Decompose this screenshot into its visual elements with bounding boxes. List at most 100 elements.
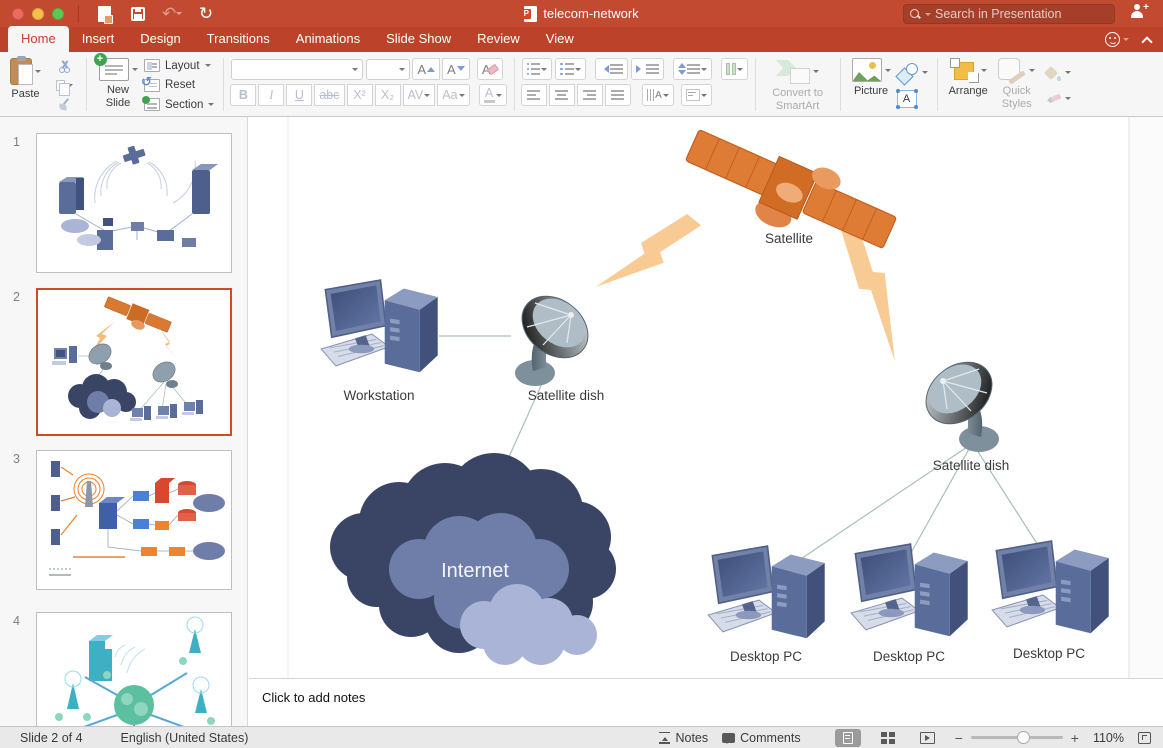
strikethrough-button[interactable]: abc bbox=[314, 84, 344, 106]
satellite-label[interactable]: Satellite bbox=[765, 231, 813, 246]
collapse-ribbon-button[interactable] bbox=[1141, 36, 1152, 47]
shapes-icon bbox=[897, 63, 919, 83]
desktop-pc-3-label[interactable]: Desktop PC bbox=[1013, 646, 1085, 661]
scrollbar-track[interactable] bbox=[1129, 117, 1163, 678]
lightning-bolt-left[interactable] bbox=[596, 203, 701, 308]
bold-button[interactable]: B bbox=[230, 84, 256, 106]
satellite-dish-left-graphic[interactable] bbox=[510, 284, 600, 386]
desktop-pc-2-graphic[interactable] bbox=[851, 544, 968, 636]
line-spacing-button[interactable] bbox=[673, 58, 712, 80]
notes-toggle-button[interactable]: Notes bbox=[659, 731, 708, 745]
tab-view[interactable]: View bbox=[533, 26, 587, 52]
workstation-label[interactable]: Workstation bbox=[343, 388, 414, 403]
slide-canvas[interactable]: Internet Satellite Workstation Satellite… bbox=[249, 117, 1163, 678]
desktop-pc-3-graphic[interactable] bbox=[992, 541, 1109, 633]
quick-styles-button[interactable]: Quick Styles bbox=[992, 56, 1042, 112]
format-painter-button[interactable] bbox=[49, 96, 79, 113]
increase-indent-button[interactable] bbox=[631, 58, 664, 80]
shrink-font-button[interactable]: A bbox=[442, 58, 470, 80]
search-box[interactable] bbox=[903, 4, 1115, 24]
text-direction-button[interactable]: A bbox=[642, 84, 674, 106]
zoom-out-button[interactable]: − bbox=[955, 730, 963, 746]
redo-button[interactable]: ↻ bbox=[193, 3, 219, 25]
notes-pane[interactable]: Click to add notes bbox=[249, 678, 1163, 726]
decrease-indent-button[interactable] bbox=[595, 58, 628, 80]
slideshow-view-button[interactable] bbox=[915, 729, 941, 747]
shape-outline-button[interactable] bbox=[1044, 92, 1071, 106]
tab-insert[interactable]: Insert bbox=[69, 26, 128, 52]
align-left-button[interactable] bbox=[521, 84, 547, 106]
font-size-combo[interactable] bbox=[366, 59, 410, 80]
slide-4-thumbnail[interactable] bbox=[36, 612, 232, 726]
superscript-button[interactable]: X² bbox=[347, 84, 373, 106]
subscript-button[interactable]: X₂ bbox=[375, 84, 401, 106]
tab-home[interactable]: Home bbox=[8, 26, 69, 52]
desktop-pc-1-graphic[interactable] bbox=[708, 546, 825, 638]
zoom-window-button[interactable] bbox=[52, 8, 64, 20]
italic-button[interactable]: I bbox=[258, 84, 284, 106]
tab-slideshow[interactable]: Slide Show bbox=[373, 26, 464, 52]
section-button[interactable]: Section bbox=[144, 98, 214, 111]
zoom-level[interactable]: 110% bbox=[1093, 731, 1124, 745]
satellite-dish-left-label[interactable]: Satellite dish bbox=[528, 388, 605, 403]
paste-button[interactable]: Paste bbox=[6, 56, 45, 103]
font-color-button[interactable]: A bbox=[479, 84, 507, 106]
clear-formatting-button[interactable]: A bbox=[477, 58, 503, 80]
grow-font-button[interactable]: A bbox=[412, 58, 440, 80]
slide-sorter-view-button[interactable] bbox=[875, 729, 901, 747]
desktop-pc-2-label[interactable]: Desktop PC bbox=[873, 649, 945, 664]
new-slide-button[interactable]: + New Slide bbox=[94, 56, 142, 111]
align-text-button[interactable] bbox=[681, 84, 712, 106]
save-button[interactable] bbox=[125, 3, 151, 25]
slide-3-thumbnail[interactable] bbox=[36, 450, 232, 590]
notes-placeholder: Click to add notes bbox=[262, 690, 365, 705]
justify-button[interactable] bbox=[605, 84, 631, 106]
internet-cloud-graphic[interactable]: Internet bbox=[330, 453, 616, 665]
satellite-dish-right-graphic[interactable] bbox=[914, 350, 1004, 452]
shapes-button[interactable] bbox=[897, 63, 928, 83]
layout-button[interactable]: Layout bbox=[144, 59, 214, 72]
workstation-graphic[interactable] bbox=[321, 280, 438, 372]
feedback-smiley-button[interactable] bbox=[1105, 32, 1129, 47]
search-input[interactable] bbox=[935, 7, 1108, 21]
shape-fill-button[interactable] bbox=[1044, 65, 1071, 81]
cut-button[interactable] bbox=[49, 58, 79, 75]
font-name-combo[interactable] bbox=[231, 59, 363, 80]
tab-design[interactable]: Design bbox=[127, 26, 193, 52]
arrange-button[interactable]: Arrange bbox=[945, 56, 992, 100]
reset-button[interactable]: Reset bbox=[144, 79, 214, 92]
fit-slide-to-window-button[interactable] bbox=[1138, 732, 1151, 744]
undo-button[interactable]: ↶ bbox=[159, 3, 185, 25]
comments-toggle-button[interactable]: Comments bbox=[722, 731, 800, 745]
character-spacing-button[interactable]: AV bbox=[403, 84, 436, 106]
align-right-button[interactable] bbox=[577, 84, 603, 106]
language-indicator[interactable]: English (United States) bbox=[121, 731, 249, 745]
slide-2-thumbnail-selected[interactable] bbox=[36, 288, 232, 436]
tab-animations[interactable]: Animations bbox=[283, 26, 373, 52]
convert-to-smartart-button[interactable]: Convert to SmartArt bbox=[763, 56, 833, 114]
text-box-button[interactable]: A bbox=[897, 90, 917, 108]
shape-fill-icon bbox=[1044, 65, 1062, 81]
numbering-button[interactable] bbox=[555, 58, 586, 80]
minimize-window-button[interactable] bbox=[32, 8, 44, 20]
underline-button[interactable]: U bbox=[286, 84, 312, 106]
change-case-button[interactable]: Aa bbox=[437, 84, 469, 106]
picture-button[interactable]: Picture bbox=[848, 56, 895, 100]
zoom-in-button[interactable]: + bbox=[1071, 730, 1079, 746]
new-presentation-button[interactable] bbox=[91, 3, 117, 25]
tab-transitions[interactable]: Transitions bbox=[194, 26, 283, 52]
satellite-graphic[interactable] bbox=[675, 117, 903, 271]
desktop-pc-1-label[interactable]: Desktop PC bbox=[730, 649, 802, 664]
columns-button[interactable] bbox=[721, 58, 748, 80]
zoom-slider[interactable] bbox=[971, 736, 1063, 739]
align-center-button[interactable] bbox=[549, 84, 575, 106]
zoom-slider-handle[interactable] bbox=[1017, 731, 1030, 744]
share-people-icon[interactable]: + bbox=[1131, 4, 1149, 18]
tab-review[interactable]: Review bbox=[464, 26, 533, 52]
close-window-button[interactable] bbox=[12, 8, 24, 20]
normal-view-button[interactable] bbox=[835, 729, 861, 747]
bullets-button[interactable] bbox=[522, 58, 553, 80]
copy-button[interactable] bbox=[49, 77, 79, 94]
satellite-dish-right-label[interactable]: Satellite dish bbox=[933, 458, 1010, 473]
slide-1-thumbnail[interactable] bbox=[36, 133, 232, 273]
